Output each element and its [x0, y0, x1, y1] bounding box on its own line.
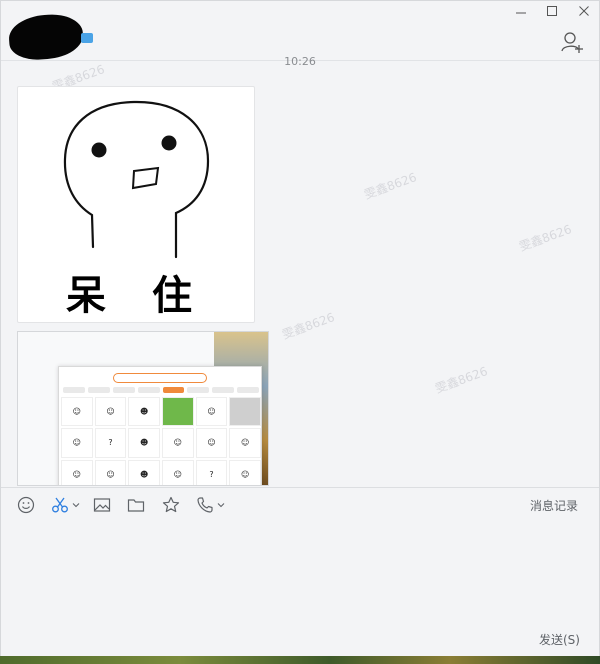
phone-icon: [197, 497, 213, 513]
close-icon: [579, 6, 589, 16]
favorites-button[interactable]: [162, 495, 180, 515]
contact-name-redacted: [7, 12, 85, 62]
close-button[interactable]: [567, 1, 600, 21]
toolbar-divider: [1, 487, 599, 488]
chevron-down-icon[interactable]: [217, 501, 225, 509]
minimize-button[interactable]: [504, 1, 538, 21]
send-button[interactable]: 发送(S): [539, 631, 580, 648]
maximize-button[interactable]: [535, 1, 569, 21]
add-user-icon: [561, 32, 583, 53]
send-image-button[interactable]: [93, 495, 111, 515]
watermark: 雯鑫8626: [362, 170, 419, 202]
maximize-icon: [547, 6, 557, 16]
sticker-message[interactable]: 呆 住: [17, 86, 255, 323]
emoji-button[interactable]: [17, 495, 35, 515]
screenshot-sticker-grid: ☺ ☺ ☻ ☺ ☺? ☻ ☺ ☺ ☺ ☺ ☺ ☻ ☺? ☺: [61, 397, 261, 485]
image-icon: [93, 498, 111, 512]
screenshot-message[interactable]: ☺ ☺ ☻ ☺ ☺? ☻ ☺ ☺ ☺ ☺ ☺ ☻ ☺? ☺: [17, 331, 269, 486]
watermark: 雯鑫8626: [517, 222, 574, 254]
emoji-icon: [17, 496, 35, 514]
watermark: 雯鑫8626: [433, 364, 490, 396]
folder-icon: [127, 499, 145, 512]
sticker-caption: 呆 住: [66, 273, 208, 319]
minimize-icon: [516, 12, 526, 14]
screenshot-button[interactable]: [51, 495, 80, 515]
online-status-icon: [81, 33, 93, 43]
screenshot-search-box: [113, 373, 207, 383]
watermark: 雯鑫8626: [280, 310, 337, 342]
message-timestamp: 10:26: [284, 55, 316, 68]
add-member-button[interactable]: [560, 30, 584, 54]
scissors-icon: [52, 497, 68, 513]
desktop-background-strip: [0, 656, 600, 664]
call-button[interactable]: [196, 495, 225, 515]
chat-window: 10:26 雯鑫8626 雯鑫8626 雯鑫8626 雯鑫8626 雯鑫8626…: [0, 0, 600, 658]
chevron-down-icon[interactable]: [72, 501, 80, 509]
message-history-link[interactable]: 消息记录: [530, 497, 578, 514]
sticker-face-drawing: [63, 100, 210, 259]
star-icon: [162, 496, 180, 513]
screenshot-emoji-panel: ☺ ☺ ☻ ☺ ☺? ☻ ☺ ☺ ☺ ☺ ☺ ☻ ☺? ☺: [58, 366, 262, 485]
screenshot-tabs: [63, 387, 259, 395]
send-file-button[interactable]: [127, 495, 145, 515]
